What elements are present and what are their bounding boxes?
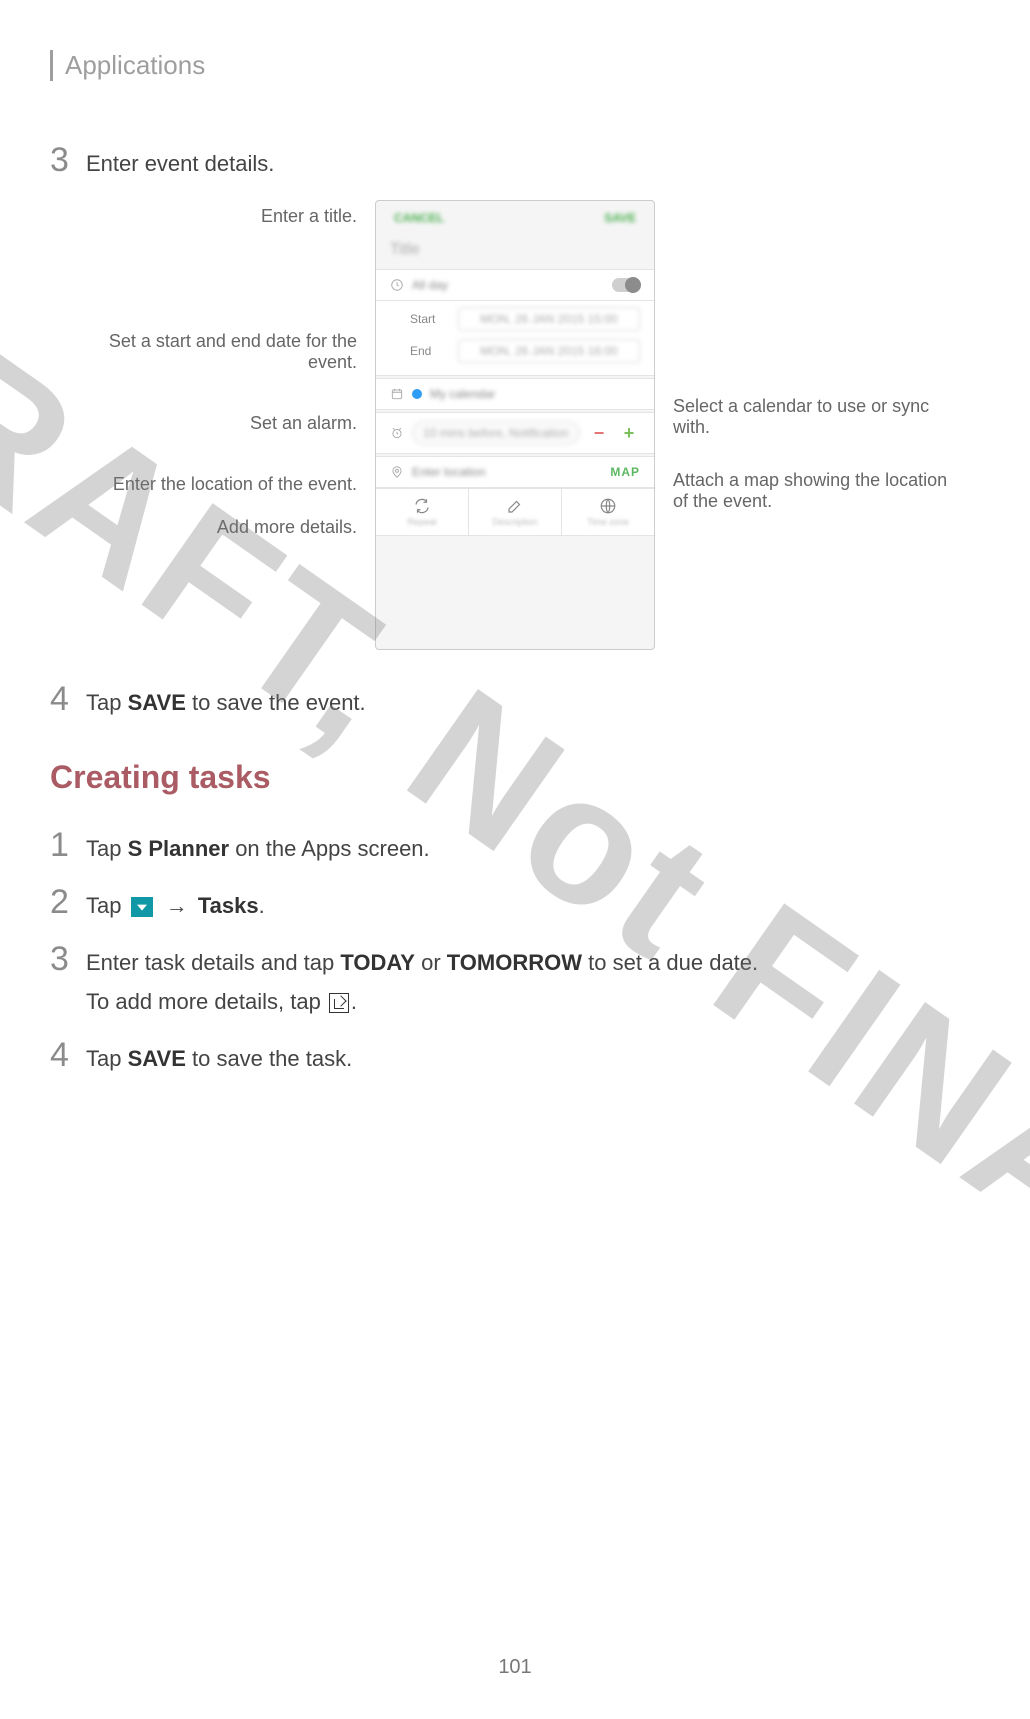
task-step-4: 4 Tap SAVE to save the task. xyxy=(50,1036,980,1075)
calendar-color-dot xyxy=(412,389,422,399)
start-label: Start xyxy=(410,312,448,326)
step-number: 3 xyxy=(50,940,86,979)
map-button[interactable]: MAP xyxy=(610,465,640,479)
section-heading-tasks: Creating tasks xyxy=(50,759,980,796)
task-step-1: 1 Tap S Planner on the Apps screen. xyxy=(50,826,980,865)
callout-title: Enter a title. xyxy=(261,206,357,227)
annotated-figure: Enter a title. Set a start and end date … xyxy=(50,200,980,650)
page-number: 101 xyxy=(0,1656,1030,1679)
cancel-button[interactable]: CANCEL xyxy=(394,211,444,225)
callout-map: Attach a map showing the location of the… xyxy=(673,470,953,512)
location-icon xyxy=(390,465,404,479)
step-text: Tap S Planner on the Apps screen. xyxy=(86,828,430,865)
step-number: 4 xyxy=(50,1036,86,1075)
location-input[interactable]: Enter location xyxy=(412,465,485,479)
callout-dates: Set a start and end date for the event. xyxy=(77,331,357,373)
expand-icon xyxy=(329,993,349,1013)
step-text: Tap SAVE to save the event. xyxy=(86,682,366,719)
clock-icon xyxy=(390,278,404,292)
all-day-label: All day xyxy=(412,278,448,292)
step-text: Tap → Tasks. xyxy=(86,885,265,922)
calendar-selector[interactable]: My calendar xyxy=(430,387,495,401)
step-4: 4 Tap SAVE to save the event. xyxy=(50,680,980,719)
timezone-button[interactable]: Time zone xyxy=(562,489,654,535)
end-label: End xyxy=(410,344,448,358)
all-day-toggle[interactable] xyxy=(612,278,640,292)
step-number: 4 xyxy=(50,680,86,719)
task-step-2: 2 Tap → Tasks. xyxy=(50,883,980,922)
repeat-button[interactable]: Repeat xyxy=(376,489,469,535)
step-3: 3 Enter event details. xyxy=(50,141,980,180)
callout-details: Add more details. xyxy=(217,517,357,538)
callout-alarm: Set an alarm. xyxy=(250,413,357,434)
step-number: 1 xyxy=(50,826,86,865)
add-alarm-button[interactable]: + xyxy=(618,422,640,444)
dropdown-icon xyxy=(131,897,153,917)
step-text: Enter task details and tap TODAY or TOMO… xyxy=(86,942,758,1018)
breadcrumb: Applications xyxy=(50,50,980,81)
alarm-icon xyxy=(390,426,404,440)
phone-screenshot: CANCEL SAVE Title All day Start MON, 26 … xyxy=(375,200,655,650)
step-number: 3 xyxy=(50,141,86,180)
task-step-3: 3 Enter task details and tap TODAY or TO… xyxy=(50,940,980,1018)
alarm-chip[interactable]: 10 mins before, Notification xyxy=(412,421,580,445)
callout-calendar: Select a calendar to use or sync with. xyxy=(673,396,953,438)
save-button[interactable]: SAVE xyxy=(604,211,636,225)
title-input[interactable]: Title xyxy=(376,235,654,267)
start-date-field[interactable]: MON, 26 JAN 2015 15:00 xyxy=(458,307,640,331)
edit-icon xyxy=(506,497,524,515)
calendar-icon xyxy=(390,387,404,401)
callout-location: Enter the location of the event. xyxy=(113,474,357,495)
end-date-field[interactable]: MON, 26 JAN 2015 16:00 xyxy=(458,339,640,363)
description-button[interactable]: Description xyxy=(469,489,562,535)
repeat-icon xyxy=(413,497,431,515)
step-text: Enter event details. xyxy=(86,143,274,180)
page-section-title: Applications xyxy=(65,50,980,81)
step-number: 2 xyxy=(50,883,86,922)
remove-alarm-button[interactable]: − xyxy=(588,422,610,444)
globe-icon xyxy=(599,497,617,515)
step-text: Tap SAVE to save the task. xyxy=(86,1038,352,1075)
